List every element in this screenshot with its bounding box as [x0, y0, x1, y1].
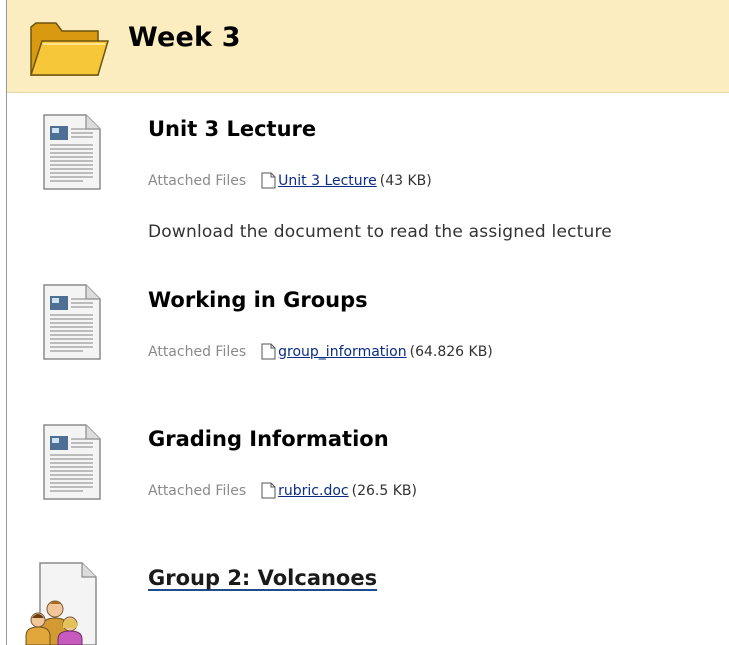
section-header: Week 3: [7, 0, 729, 93]
file-size: (64.826 KB): [409, 343, 493, 360]
folder-icon: [29, 22, 110, 76]
attachment-row: Attached Files rubric.doc (26.5 KB): [148, 482, 417, 499]
attachment-row: Attached Files group_information (64.826…: [148, 343, 493, 360]
file-icon: [261, 172, 276, 189]
document-icon: [43, 114, 101, 190]
document-icon: [43, 424, 101, 500]
file-icon: [261, 343, 276, 360]
attachment-link[interactable]: group_information: [278, 344, 406, 360]
item-description: Download the document to read the assign…: [148, 222, 612, 242]
group-icon: [25, 562, 97, 645]
attachment-row: Attached Files Unit 3 Lecture (43 KB): [148, 172, 432, 189]
file-icon: [261, 482, 276, 499]
section-title: Week 3: [128, 22, 241, 53]
item-title-working-in-groups: Working in Groups: [148, 288, 368, 312]
file-size: (43 KB): [379, 172, 432, 189]
attachment-link[interactable]: rubric.doc: [278, 483, 348, 499]
content-frame: [6, 0, 729, 645]
file-size: (26.5 KB): [351, 482, 417, 499]
attached-files-label: Attached Files: [148, 172, 247, 189]
item-title-unit-3-lecture: Unit 3 Lecture: [148, 117, 317, 141]
item-title-grading-information: Grading Information: [148, 427, 389, 451]
document-icon: [43, 284, 101, 360]
attachment-link[interactable]: Unit 3 Lecture: [278, 173, 377, 189]
group-link-volcanoes[interactable]: Group 2: Volcanoes: [148, 566, 377, 590]
attached-files-label: Attached Files: [148, 482, 247, 499]
attached-files-label: Attached Files: [148, 343, 247, 360]
